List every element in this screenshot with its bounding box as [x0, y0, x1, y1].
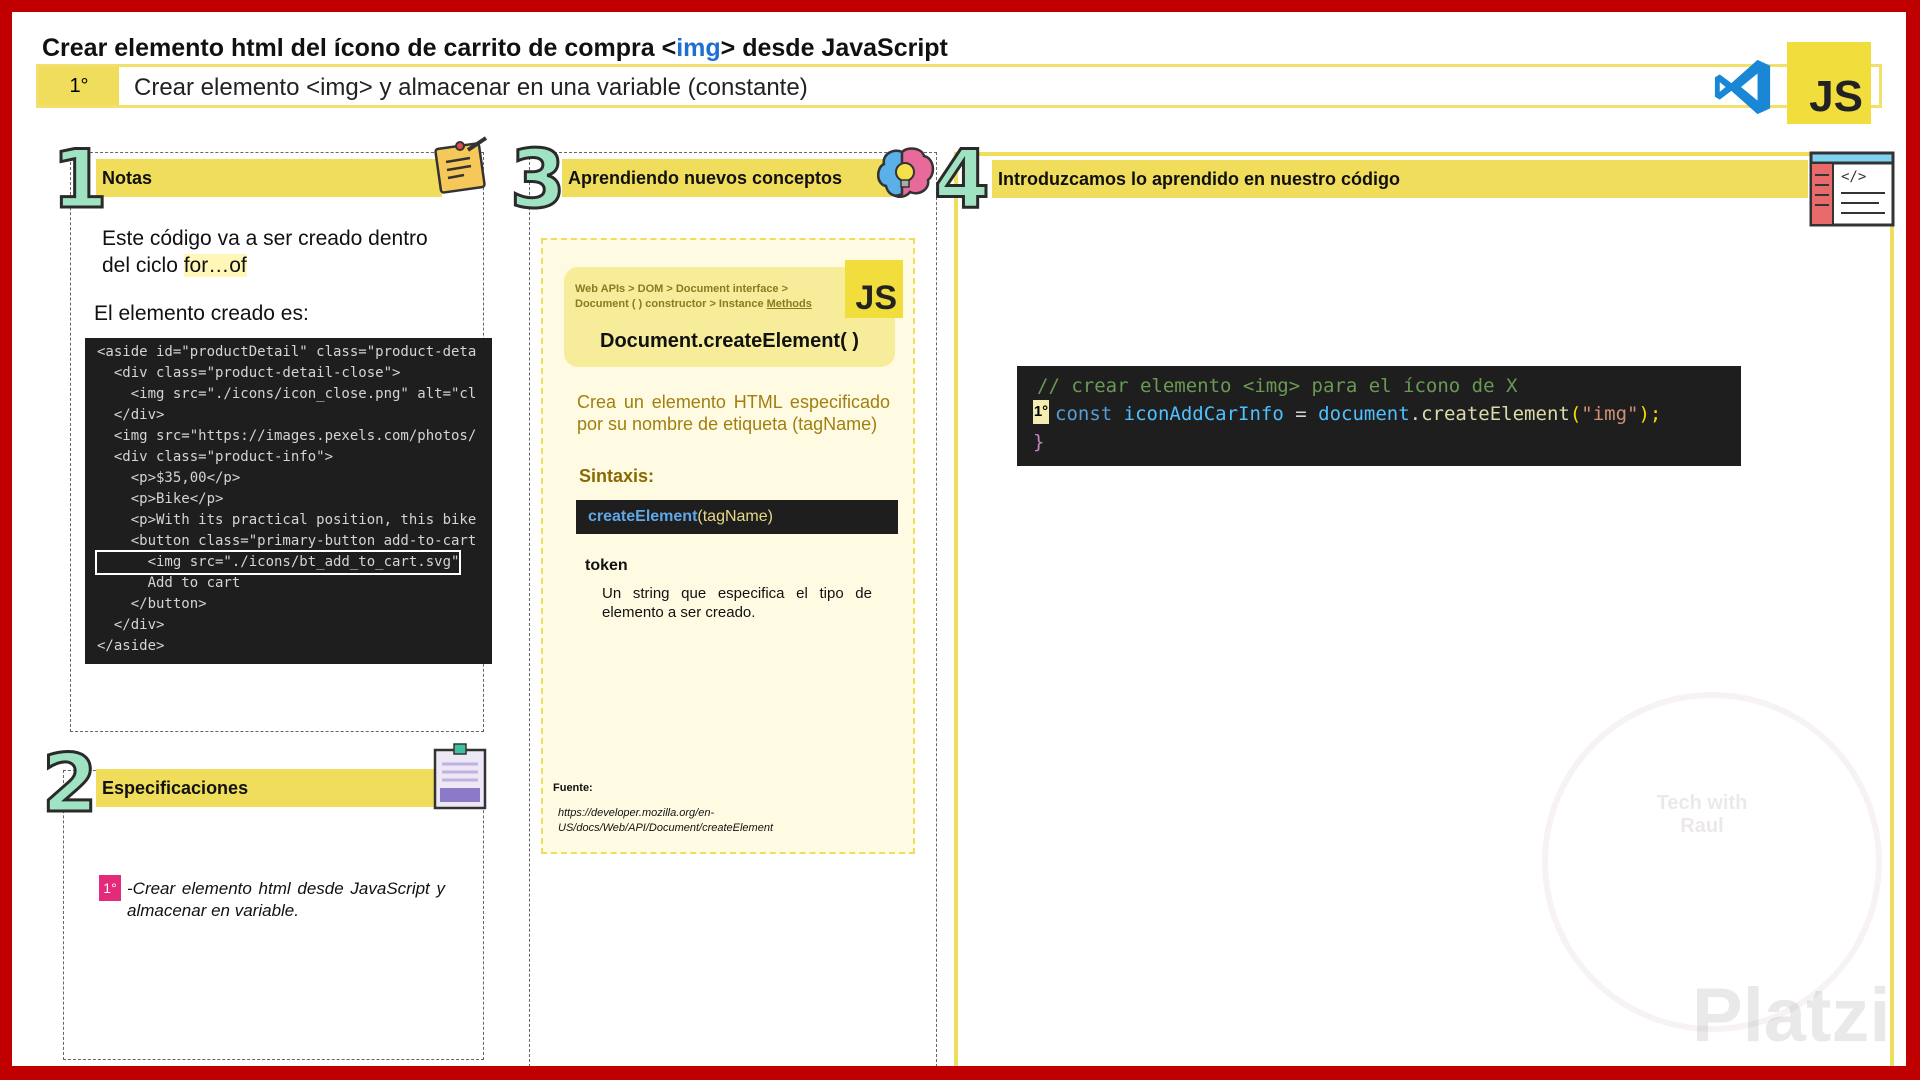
step-number-3: 3	[509, 133, 568, 226]
clipboard-icon	[433, 743, 487, 810]
code-line: </button>	[97, 596, 207, 612]
code-line: </div>	[97, 407, 165, 423]
code-line: <div class="product-info">	[97, 449, 334, 465]
line-badge: 1°	[1033, 400, 1049, 424]
spec-badge: 1°	[99, 875, 121, 901]
specs-header: Especificaciones	[96, 769, 442, 807]
created-element-label: El elemento creado es:	[94, 302, 309, 325]
token-description: Un string que especifica el tipo de elem…	[602, 585, 872, 621]
page-title: Crear elemento html del ícono de carrito…	[42, 34, 948, 62]
source-url[interactable]: https://developer.mozilla.org/en- US/doc…	[558, 806, 818, 836]
concepts-header: Aprendiendo nuevos conceptos	[562, 159, 892, 197]
svg-text:</>: </>	[1841, 169, 1866, 185]
note-text: Este código va a ser creado dentro del c…	[102, 227, 428, 277]
code-line: <aside id="productDetail" class="product…	[97, 344, 477, 360]
step-number-2: 2	[41, 737, 100, 830]
js-logo: JS	[1787, 42, 1871, 124]
token-label: token	[585, 557, 628, 574]
code-line: const iconAddCarInfo = document.createEl…	[1055, 403, 1662, 425]
syntax-label: Sintaxis:	[579, 466, 655, 486]
sticky-note-icon	[434, 136, 488, 194]
code-line: <p>Bike</p>	[97, 491, 224, 507]
breadcrumb: Web APIs > DOM > Document interface > Do…	[575, 283, 812, 310]
code-line: Add to cart	[97, 575, 241, 591]
syntax-bar: createElement (tagName)	[576, 500, 898, 534]
platzi-watermark: Platzi	[1692, 973, 1891, 1058]
html-code-block: <aside id="productDetail" class="product…	[85, 338, 492, 664]
highlighted-code-line: <img src="./icons/bt_add_to_cart.svg"	[94, 550, 462, 575]
watermark-logo-text: Tech with Raul	[1656, 792, 1748, 837]
page: Crear elemento html del ícono de carrito…	[12, 12, 1906, 1066]
code-comment: // crear elemento <img> para el ícono de…	[1037, 375, 1518, 397]
step-text: Crear elemento <img> y almacenar en una …	[134, 74, 808, 101]
code-line: <button class="primary-button add-to-car…	[97, 533, 477, 549]
step-number-4: 4	[933, 133, 992, 226]
method-name: Document.createElement( )	[600, 330, 859, 352]
code-line: </div>	[97, 617, 165, 633]
code-line: <img src="./icons/icon_close.png" alt="c…	[97, 386, 477, 402]
method-description: Crea un elemento HTML especificado por s…	[577, 392, 890, 434]
code-line: <img src="https://images.pexels.com/phot…	[97, 428, 477, 444]
closing-brace: }	[1033, 431, 1045, 453]
code-line: <p>$35,00</p>	[97, 470, 241, 486]
js-mini-logo: JS	[845, 260, 903, 318]
code-line: </aside>	[97, 638, 165, 654]
js-code-block: // crear elemento <img> para el ícono de…	[1017, 366, 1741, 466]
vscode-logo-icon	[1714, 59, 1771, 115]
step-number-1: 1	[51, 133, 110, 226]
code-line: <div class="product-detail-close">	[97, 365, 401, 381]
code-header: Introduzcamos lo aprendido en nuestro có…	[992, 160, 1808, 198]
methods-link[interactable]: Methods	[767, 298, 812, 310]
code-window-icon: </>	[1809, 151, 1895, 227]
spec-text: -Crear elemento html desde JavaScript y …	[127, 879, 445, 920]
brain-idea-icon	[877, 147, 935, 199]
notes-header: Notas	[96, 159, 442, 197]
source-label: Fuente:	[553, 782, 593, 794]
step-bar: 1° Crear elemento <img> y almacenar en u…	[36, 64, 1882, 108]
for-of-highlight: for…of	[183, 254, 247, 277]
code-line: <p>With its practical position, this bik…	[97, 512, 477, 528]
step-number: 1°	[39, 67, 119, 105]
